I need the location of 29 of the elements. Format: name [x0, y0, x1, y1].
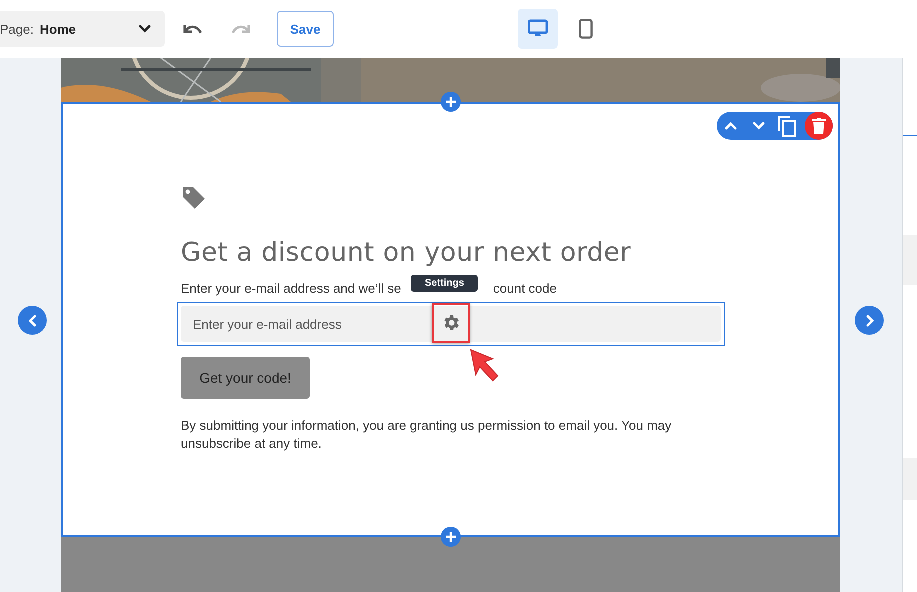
desktop-view-toggle[interactable] [518, 9, 558, 49]
add-section-button[interactable] [441, 92, 461, 112]
chevron-up-icon [725, 122, 737, 130]
subtitle-text: count code [493, 281, 557, 296]
chevron-right-icon [866, 314, 874, 326]
chevron-down-icon [139, 25, 151, 33]
delete-button[interactable] [805, 112, 833, 140]
plus-icon [446, 532, 456, 542]
get-code-button[interactable]: Get your code! [181, 357, 310, 399]
undo-icon [183, 23, 203, 35]
redo-icon [231, 23, 251, 35]
copy-icon [777, 115, 797, 137]
chevron-down-icon [753, 122, 765, 130]
plus-icon [446, 97, 456, 107]
add-section-button[interactable] [441, 527, 461, 547]
trash-icon [812, 118, 826, 134]
phone-icon [579, 19, 593, 39]
save-button[interactable]: Save [277, 11, 334, 47]
page-select[interactable]: Page: Home [0, 11, 165, 47]
tag-icon [181, 185, 207, 211]
disclaimer-text: By submitting your information, you are granting us permission to email you. You may unsubscribe at any time. [181, 417, 673, 453]
monitor-icon [528, 19, 548, 39]
subtitle-text: Enter your e-mail address and we’ll se [181, 281, 402, 296]
email-field[interactable]: Enter your e-mail address [177, 302, 725, 346]
settings-tooltip: Settings [411, 275, 478, 292]
previous-button[interactable] [18, 306, 47, 335]
section-heading: Get a discount on your next order [181, 238, 632, 268]
next-button[interactable] [855, 306, 884, 335]
chevron-left-icon [28, 314, 36, 326]
